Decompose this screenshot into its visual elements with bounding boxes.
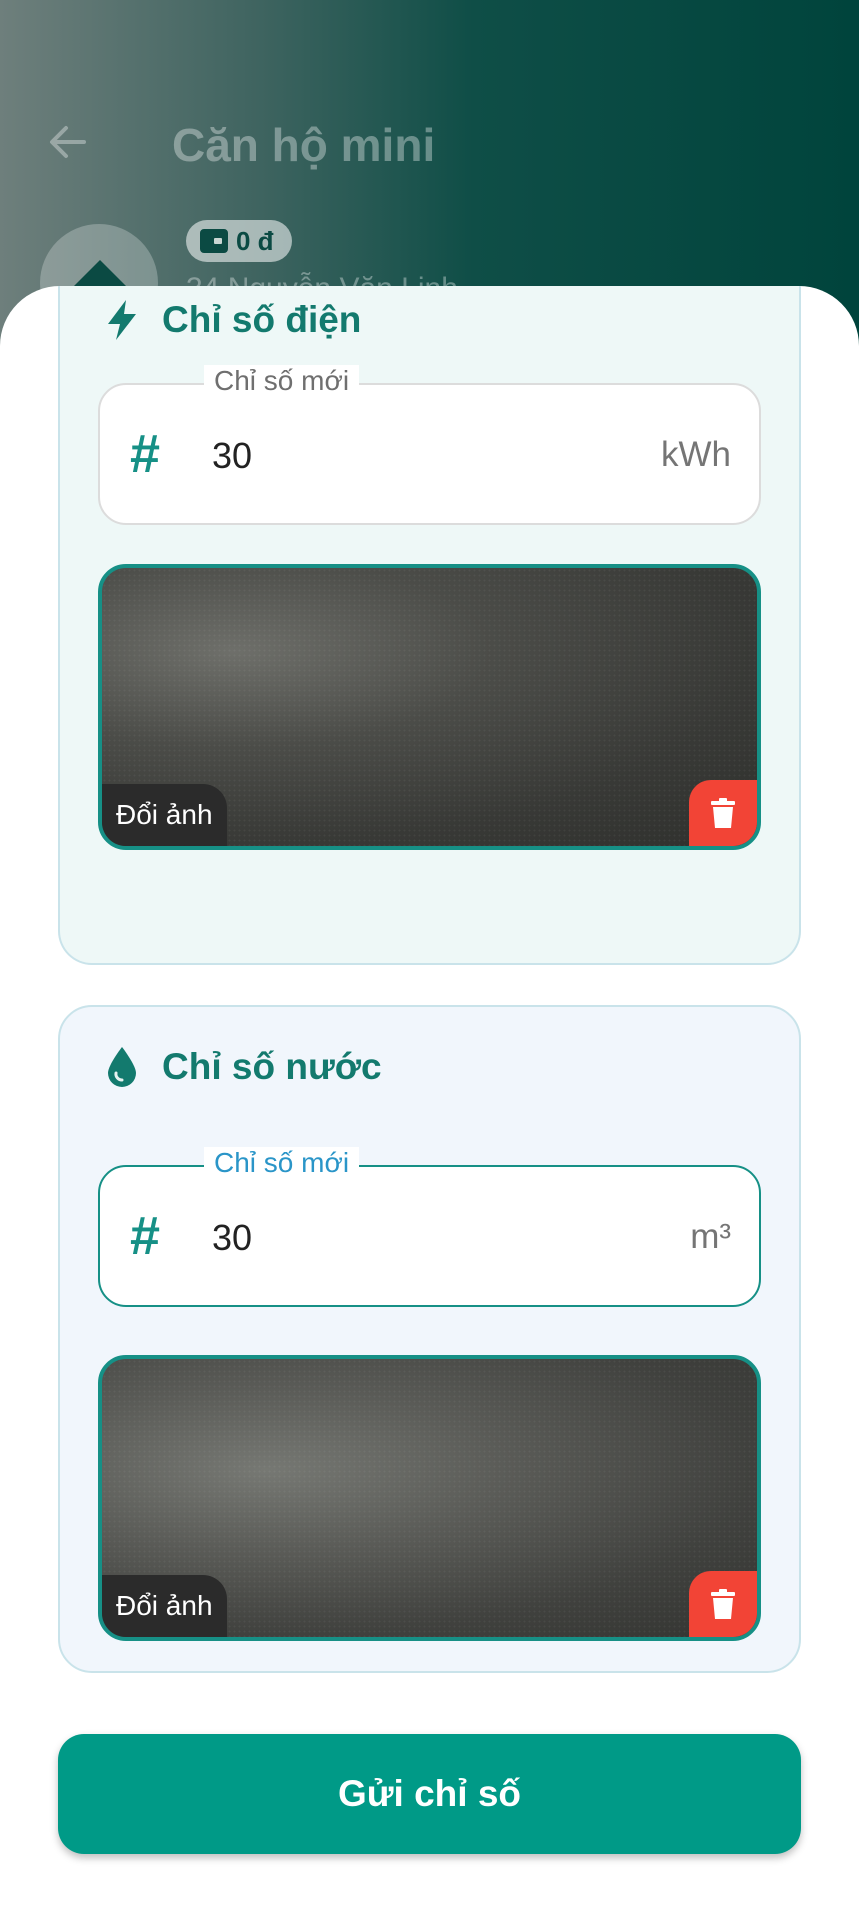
trash-icon	[711, 798, 735, 828]
water-drop-icon	[102, 1045, 142, 1089]
water-title: Chỉ số nước	[162, 1046, 382, 1087]
hash-icon: #	[130, 424, 161, 484]
delete-photo-button[interactable]	[689, 780, 757, 846]
water-reading-field[interactable]: Chỉ số mới # 30 m³	[98, 1147, 761, 1307]
field-legend: Chỉ số mới	[204, 365, 360, 397]
electricity-header: Chỉ số điện	[102, 298, 361, 342]
wallet-icon	[200, 229, 228, 253]
change-photo-button[interactable]: Đổi ảnh	[102, 784, 227, 846]
balance-value: 0 đ	[236, 225, 274, 256]
back-arrow-icon[interactable]	[44, 118, 92, 166]
electricity-reading-field[interactable]: Chỉ số mới # 30 kWh	[98, 365, 761, 525]
change-photo-button[interactable]: Đổi ảnh	[102, 1575, 227, 1637]
page-title: Căn hộ mini	[172, 119, 436, 171]
electricity-card: Chỉ số điện Chỉ số mới # 30 kWh Đổi ảnh	[58, 286, 801, 965]
unit-label: kWh	[661, 435, 731, 474]
electricity-title: Chỉ số điện	[162, 299, 362, 340]
balance-badge: 0 đ	[186, 220, 292, 262]
delete-photo-button[interactable]	[689, 1571, 757, 1637]
water-photo: Đổi ảnh	[98, 1355, 761, 1641]
hash-icon: #	[130, 1206, 161, 1266]
water-reading-input[interactable]: 30	[212, 1217, 252, 1259]
meter-reading-sheet: Chỉ số điện Chỉ số mới # 30 kWh Đổi ảnh	[0, 286, 859, 1908]
submit-readings-button[interactable]: Gửi chỉ số	[58, 1734, 801, 1854]
water-card: Chỉ số nước Chỉ số mới # 30 m³ Đổi ảnh	[58, 1005, 801, 1673]
unit-label: m³	[690, 1217, 731, 1256]
water-header: Chỉ số nước	[102, 1045, 382, 1089]
trash-icon	[711, 1589, 735, 1619]
electricity-reading-input[interactable]: 30	[212, 435, 252, 477]
electricity-photo: Đổi ảnh	[98, 564, 761, 850]
lightning-icon	[102, 298, 142, 342]
field-legend: Chỉ số mới	[204, 1147, 360, 1179]
